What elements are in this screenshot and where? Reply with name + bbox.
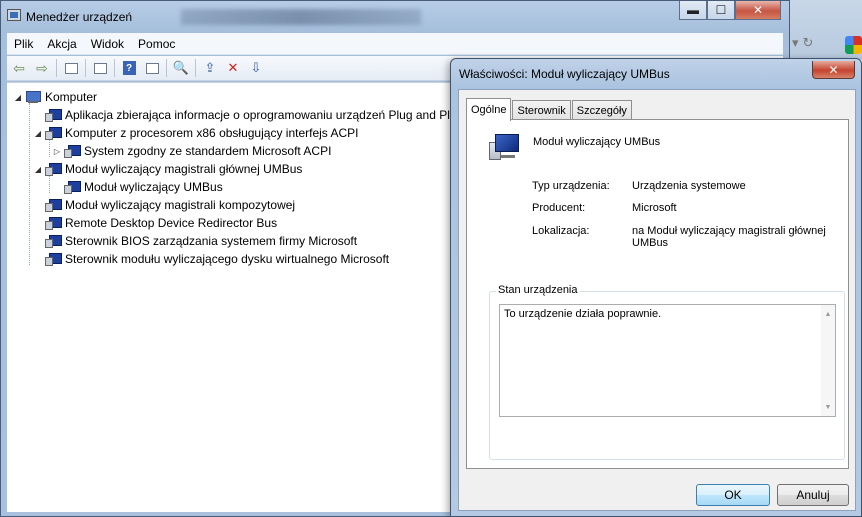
device-manager-app-icon: [7, 9, 21, 21]
system-device-icon: [45, 108, 62, 122]
device-status-group: Stan urządzenia To urządzenie działa pop…: [489, 284, 845, 460]
menu-pomoc[interactable]: Pomoc: [131, 37, 182, 51]
location-value: na Moduł wyliczający magistrali głównej …: [632, 225, 826, 249]
tree-node[interactable]: ▷ System zgodny ze standardem Microsoft …: [52, 142, 331, 160]
system-device-icon: [489, 134, 521, 164]
computer-icon: [25, 90, 41, 104]
system-device-icon: [64, 144, 81, 158]
maximize-button[interactable]: ☐: [707, 1, 735, 20]
dialog-body: Ogólne Sterownik Szczegóły Moduł wylicza…: [458, 89, 856, 511]
close-button[interactable]: ✕: [735, 1, 781, 20]
tree-node[interactable]: Sterownik modułu wyliczającego dysku wir…: [33, 250, 389, 268]
show-hide-console-tree-icon[interactable]: [61, 59, 81, 77]
scroll-up-icon[interactable]: ▲: [821, 307, 835, 321]
scroll-down-icon[interactable]: ▼: [821, 400, 835, 414]
toolbar-separator: [195, 59, 196, 77]
system-device-icon: [45, 252, 62, 266]
toolbar-separator: [166, 59, 167, 77]
blurred-background-title: [181, 9, 421, 25]
toolbar-separator: [114, 59, 115, 77]
tree-node-label: Sterownik BIOS zarządzania systemem firm…: [65, 234, 358, 248]
dialog-title: Właściwości: Moduł wyliczający UMBus: [459, 67, 670, 81]
collapse-arrow-icon[interactable]: ◢: [33, 165, 43, 174]
system-device-icon: [64, 180, 81, 194]
tab-strip: Ogólne Sterownik Szczegóły: [466, 98, 633, 121]
manufacturer-value: Microsoft: [632, 202, 677, 214]
tab-page-general: Moduł wyliczający UMBus Typ urządzenia: …: [466, 119, 849, 469]
menu-widok[interactable]: Widok: [84, 37, 131, 51]
minimize-button[interactable]: ▬: [679, 1, 707, 20]
tree-node-label: Moduł wyliczający UMBus: [84, 180, 223, 194]
browser-dropdown-icon[interactable]: ▾: [792, 35, 799, 55]
tree-connector: [29, 103, 30, 265]
title-bar[interactable]: Menedżer urządzeń ▬ ☐ ✕: [1, 1, 789, 31]
tree-node[interactable]: ◢ Moduł wyliczający magistrali głównej U…: [33, 160, 302, 178]
tree-node[interactable]: Remote Desktop Device Redirector Bus: [33, 214, 277, 232]
browser-nav-buttons: ▾ ↻: [792, 35, 832, 55]
tree-root-komputer[interactable]: ◢ Komputer: [13, 88, 97, 106]
window-title: Menedżer urządzeń: [26, 10, 133, 24]
cancel-button[interactable]: Anuluj: [777, 484, 849, 506]
toolbar-separator: [56, 59, 57, 77]
system-device-icon: [45, 198, 62, 212]
tree-node[interactable]: Moduł wyliczający magistrali kompozytowe…: [33, 196, 295, 214]
tab-sterownik[interactable]: Sterownik: [512, 100, 571, 120]
browser-reload-icon[interactable]: ↻: [803, 35, 814, 55]
menu-akcja[interactable]: Akcja: [40, 37, 83, 51]
collapse-arrow-icon[interactable]: ◢: [13, 93, 23, 102]
tab-szczegoly[interactable]: Szczegóły: [571, 100, 632, 120]
tree-node-label: Komputer z procesorem x86 obsługujący in…: [65, 126, 359, 140]
tree-node-label: Sterownik modułu wyliczającego dysku wir…: [65, 252, 390, 266]
system-device-icon: [45, 162, 62, 176]
status-scrollbar[interactable]: ▲ ▼: [821, 305, 835, 416]
system-device-icon: [45, 126, 62, 140]
properties-dialog: Właściwości: Moduł wyliczający UMBus ✕ O…: [450, 58, 862, 517]
tree-node-label: Komputer: [45, 90, 98, 104]
tree-node[interactable]: Sterownik BIOS zarządzania systemem firm…: [33, 232, 357, 250]
device-status-legend: Stan urządzenia: [496, 284, 580, 296]
dialog-close-button[interactable]: ✕: [812, 61, 855, 79]
tree-node[interactable]: Aplikacja zbierająca informacje o oprogr…: [33, 106, 450, 124]
device-status-text: To urządzenie działa poprawnie.: [504, 308, 662, 320]
expand-arrow-icon[interactable]: ▷: [52, 147, 62, 156]
tree-node[interactable]: Moduł wyliczający UMBus: [52, 178, 223, 196]
tree-node-label: Remote Desktop Device Redirector Bus: [65, 216, 278, 230]
action-pane-icon[interactable]: [142, 59, 162, 77]
tree-node-label: Moduł wyliczający magistrali kompozytowe…: [65, 198, 296, 212]
disable-device-icon[interactable]: ⇩: [246, 59, 266, 77]
system-device-icon: [45, 234, 62, 248]
location-label: Lokalizacja:: [532, 225, 590, 237]
tree-node[interactable]: ◢ Komputer z procesorem x86 obsługujący …: [33, 124, 358, 142]
menu-bar: Plik Akcja Widok Pomoc: [7, 33, 783, 55]
manufacturer-label: Producent:: [532, 202, 586, 214]
ok-button[interactable]: OK: [696, 484, 770, 506]
properties-view-icon[interactable]: [90, 59, 110, 77]
device-name: Moduł wyliczający UMBus: [533, 136, 661, 148]
scan-hardware-icon[interactable]: 🔍: [171, 59, 191, 77]
update-driver-icon[interactable]: ⇪: [200, 59, 220, 77]
uninstall-icon[interactable]: ✕: [223, 59, 243, 77]
device-type-value: Urządzenia systemowe: [632, 180, 746, 192]
device-type-label: Typ urządzenia:: [532, 180, 610, 192]
help-icon[interactable]: ?: [119, 59, 139, 77]
tree-node-label: Aplikacja zbierająca informacje o oprogr…: [65, 108, 450, 122]
device-status-textbox[interactable]: To urządzenie działa poprawnie. ▲ ▼: [499, 304, 836, 417]
forward-arrow-icon[interactable]: ⇨: [32, 59, 52, 77]
tree-node-label: System zgodny ze standardem Microsoft AC…: [84, 144, 332, 158]
tab-ogolne[interactable]: Ogólne: [466, 98, 512, 121]
menu-plik[interactable]: Plik: [7, 37, 40, 51]
collapse-arrow-icon[interactable]: ◢: [33, 129, 43, 138]
window-controls: ▬ ☐ ✕: [679, 1, 781, 20]
tree-node-label: Moduł wyliczający magistrali głównej UMB…: [65, 162, 303, 176]
back-arrow-icon[interactable]: ⇦: [9, 59, 29, 77]
browser-extension-icon[interactable]: [845, 36, 862, 54]
system-device-icon: [45, 216, 62, 230]
toolbar-separator: [85, 59, 86, 77]
